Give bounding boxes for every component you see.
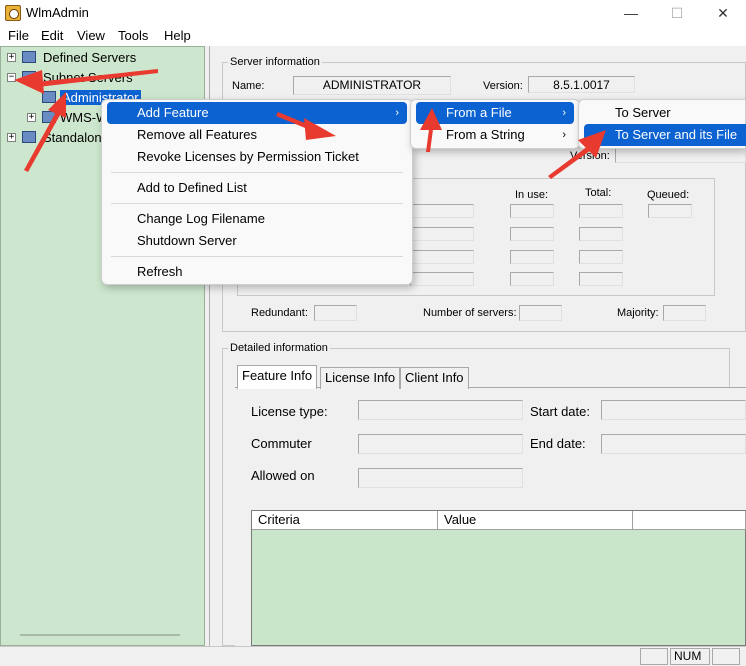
queued-label: Queued: (647, 189, 690, 201)
license-type-field (358, 400, 523, 420)
number-of-servers-label: Number of servers: (423, 307, 517, 319)
allowed-on-label: Allowed on (251, 468, 315, 483)
menu-item-change-log-filename[interactable]: Change Log Filename (107, 208, 407, 230)
detailed-info-title: Detailed information (228, 342, 330, 354)
in-use-label: In use: (515, 189, 549, 201)
name-field: ADMINISTRATOR (293, 76, 451, 95)
version-label-2: Version: (570, 150, 610, 162)
tree-item-defined-servers[interactable]: Defined Servers (43, 50, 136, 65)
allowed-on-field (358, 468, 523, 488)
menu-item-add-to-defined-list[interactable]: Add to Defined List (107, 177, 407, 199)
in-use-field (510, 250, 554, 264)
redundant-field (314, 305, 357, 321)
server-info-title: Server information (228, 56, 322, 68)
commuter-label: Commuter (251, 436, 312, 451)
menu-item-label: From a String (446, 127, 525, 142)
license-type-label: License type: (251, 404, 328, 419)
number-of-servers-field (519, 305, 562, 321)
menu-view[interactable]: View (77, 28, 105, 43)
majority-label: Majority: (617, 307, 659, 319)
menu-file[interactable]: File (8, 28, 29, 43)
collapse-toggle-icon[interactable]: − (7, 73, 16, 82)
criteria-list[interactable] (251, 510, 746, 646)
tab-client-info[interactable]: Client Info (400, 367, 469, 389)
servers-icon (22, 131, 36, 143)
expand-toggle-icon[interactable]: + (7, 133, 16, 142)
status-bar (0, 646, 746, 666)
menu-separator (111, 172, 403, 173)
version-field: 8.5.1.0017 (528, 76, 635, 93)
status-num: NUM (670, 648, 710, 665)
version-field-2 (615, 147, 746, 163)
servers-icon (22, 71, 36, 83)
maximize-button[interactable]: ☐ (654, 0, 700, 26)
menu-item-revoke-licenses[interactable]: Revoke Licenses by Permission Ticket (107, 146, 407, 168)
status-cell (712, 648, 740, 665)
count-field (410, 250, 474, 264)
majority-field (663, 305, 706, 321)
total-field (579, 272, 623, 286)
menu-help[interactable]: Help (164, 28, 191, 43)
tree-item-subnet-servers[interactable]: Subnet Servers (43, 70, 133, 85)
end-date-label: End date: (530, 436, 586, 451)
total-field (579, 250, 623, 264)
tab-feature-info[interactable]: Feature Info (237, 365, 318, 389)
count-field (410, 204, 474, 218)
menu-item-shutdown-server[interactable]: Shutdown Server (107, 230, 407, 252)
redundant-label: Redundant: (251, 307, 308, 319)
menu-item-refresh[interactable]: Refresh (107, 261, 407, 283)
commuter-field (358, 434, 523, 454)
count-field (410, 227, 474, 241)
in-use-field (510, 204, 554, 218)
expand-toggle-icon[interactable]: + (27, 113, 36, 122)
menu-item-from-a-file[interactable]: From a File › (416, 102, 574, 124)
count-field (410, 272, 474, 286)
column-header-criteria[interactable]: Criteria (252, 511, 438, 530)
app-icon (5, 5, 21, 21)
total-field (579, 204, 623, 218)
menu-item-to-server-and-its-file[interactable]: To Server and its File (584, 124, 746, 146)
end-date-field (601, 434, 746, 454)
total-label: Total: (585, 187, 612, 199)
in-use-field (510, 227, 554, 241)
minimize-button[interactable]: — (608, 0, 654, 26)
menu-item-to-server[interactable]: To Server (584, 102, 746, 124)
expand-toggle-icon[interactable]: + (7, 53, 16, 62)
menu-item-from-a-string[interactable]: From a String › (416, 124, 574, 146)
menu-edit[interactable]: Edit (41, 28, 63, 43)
menu-tools[interactable]: Tools (118, 28, 148, 43)
name-label: Name: (232, 80, 265, 92)
menu-item-add-feature[interactable]: Add Feature › (107, 102, 407, 124)
server-icon (42, 91, 56, 103)
menu-item-label: From a File (446, 105, 512, 120)
total-field (579, 227, 623, 241)
version-label: Version: (483, 80, 523, 92)
start-date-field (601, 400, 746, 420)
window-title: WlmAdmin (26, 5, 89, 20)
menu-separator (111, 203, 403, 204)
submenu-arrow-icon: › (395, 107, 399, 119)
submenu-arrow-icon: › (562, 129, 566, 141)
menu-bar (0, 26, 746, 46)
close-button[interactable]: ✕ (700, 0, 746, 26)
status-cell (640, 648, 668, 665)
tree-scrollbar[interactable] (20, 634, 180, 636)
tab-license-info[interactable]: License Info (320, 367, 401, 389)
column-header-value[interactable]: Value (438, 511, 633, 530)
column-header-blank[interactable] (633, 511, 746, 530)
servers-icon (22, 51, 36, 63)
menu-item-remove-all-features[interactable]: Remove all Features (107, 124, 407, 146)
start-date-label: Start date: (530, 404, 590, 419)
queued-field (648, 204, 692, 218)
menu-separator (111, 256, 403, 257)
server-icon (42, 111, 56, 123)
tree-item-standalone[interactable]: Standalon (43, 130, 102, 145)
submenu-arrow-icon: › (562, 107, 566, 119)
menu-item-label: Add Feature (137, 105, 209, 120)
in-use-field (510, 272, 554, 286)
